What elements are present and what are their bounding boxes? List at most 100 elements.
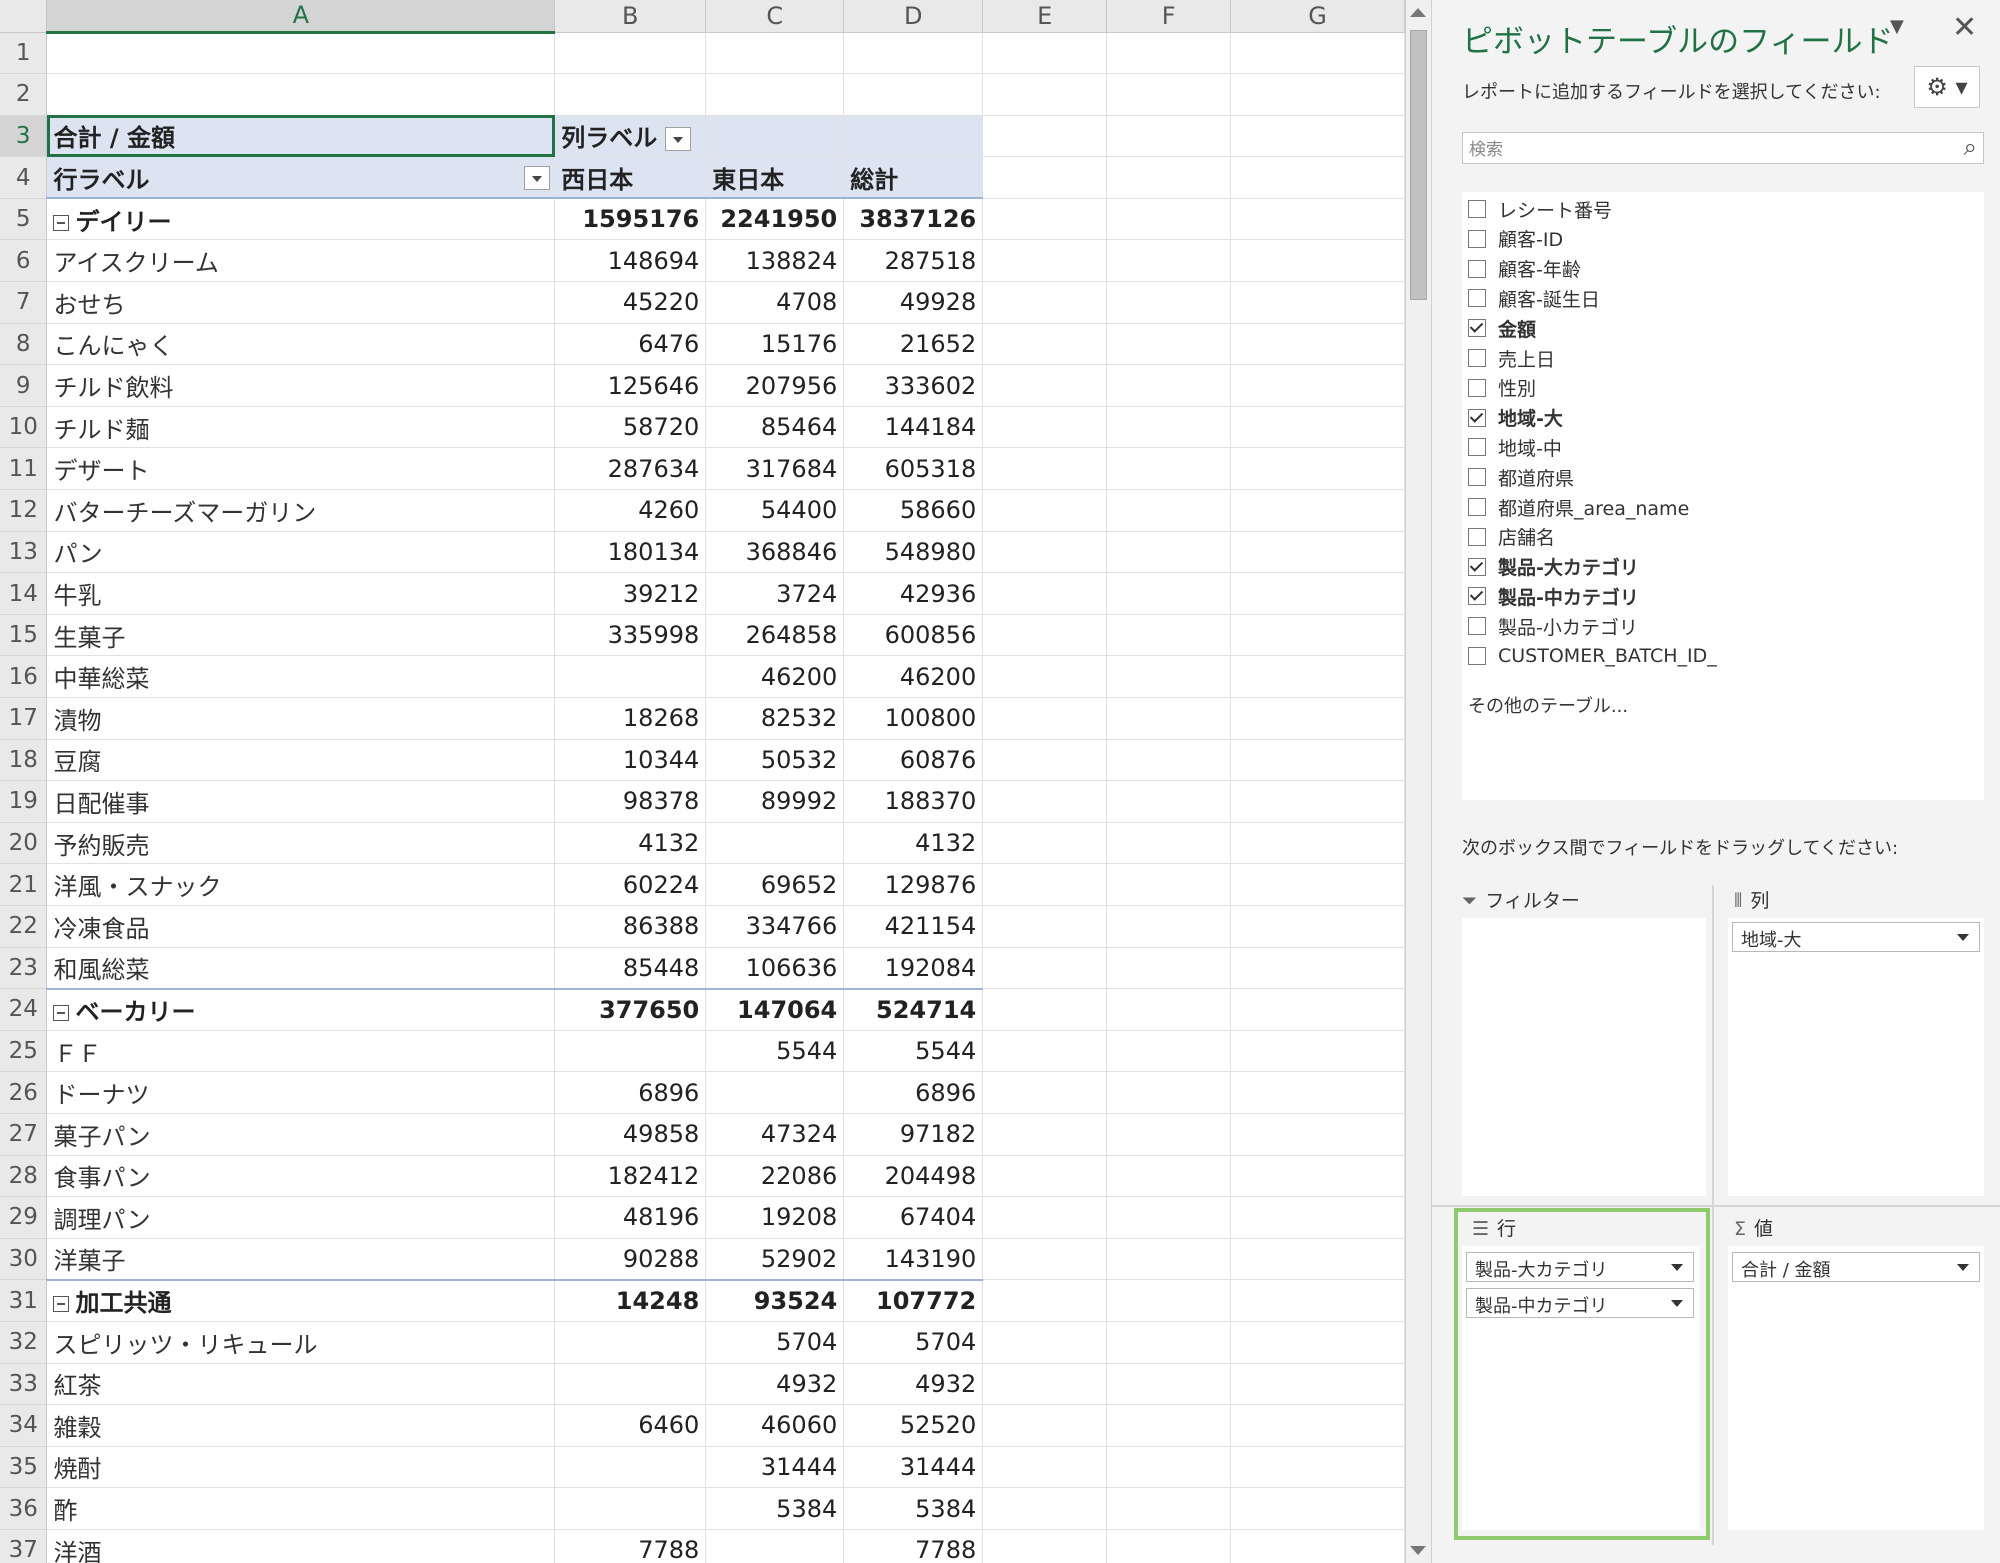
pivot-value-cell[interactable]: 3837126: [843, 197, 984, 241]
cell[interactable]: [1106, 1155, 1232, 1198]
checkbox-icon[interactable]: [1468, 349, 1486, 367]
cell[interactable]: [1230, 863, 1405, 906]
pivot-value-cell[interactable]: 192084: [843, 947, 984, 990]
row-header[interactable]: 12: [0, 489, 48, 532]
field-item[interactable]: 顧客-年齢: [1468, 254, 1581, 284]
pivot-value-cell[interactable]: 4932: [843, 1363, 984, 1406]
pivot-value-cell[interactable]: 6896: [843, 1071, 984, 1114]
cell[interactable]: [1230, 572, 1405, 615]
pivot-value-cell[interactable]: 5704: [705, 1321, 845, 1364]
pivot-value-cell[interactable]: 47324: [705, 1113, 845, 1156]
pivot-value-cell[interactable]: 58720: [554, 406, 707, 449]
cell[interactable]: [982, 1487, 1108, 1530]
cell[interactable]: [982, 572, 1108, 615]
field-item[interactable]: 都道府県_area_name: [1468, 492, 1689, 522]
cell[interactable]: [982, 1113, 1108, 1156]
cell[interactable]: [1106, 655, 1232, 698]
cell[interactable]: [554, 32, 707, 75]
cell[interactable]: [1230, 739, 1405, 782]
row-header[interactable]: 22: [0, 905, 48, 948]
cell[interactable]: [46, 32, 556, 75]
pivot-value-cell[interactable]: 67404: [843, 1196, 984, 1239]
cell[interactable]: [705, 115, 845, 158]
pivot-value-cell[interactable]: 69652: [705, 863, 845, 906]
field-item[interactable]: 製品-中カテゴリ: [1468, 581, 1639, 611]
pivot-value-cell[interactable]: 317684: [705, 447, 845, 491]
cell[interactable]: [1106, 1279, 1232, 1322]
pivot-item-label[interactable]: 日配催事: [46, 780, 556, 823]
cell[interactable]: [982, 1404, 1108, 1447]
pivot-value-cell[interactable]: 42936: [843, 572, 984, 615]
pivot-value-cell[interactable]: 204498: [843, 1155, 984, 1198]
pivot-item-label[interactable]: おせち: [46, 281, 556, 324]
cell[interactable]: [1106, 1321, 1232, 1364]
cell[interactable]: [1230, 780, 1405, 823]
pivot-value-cell[interactable]: 524714: [843, 987, 984, 1031]
pivot-item-label[interactable]: 焼酎: [46, 1446, 556, 1489]
pivot-value-cell[interactable]: 7788: [843, 1529, 984, 1563]
field-item[interactable]: レシート番号: [1468, 194, 1612, 224]
cell[interactable]: [982, 655, 1108, 698]
field-item[interactable]: 製品-小カテゴリ: [1468, 611, 1638, 641]
row-header[interactable]: 10: [0, 406, 48, 449]
pivot-value-cell[interactable]: 49858: [554, 1113, 707, 1156]
pivot-value-cell[interactable]: 334766: [705, 905, 845, 948]
pivot-value-cell[interactable]: 180134: [554, 531, 707, 574]
pivot-value-cell[interactable]: 5384: [705, 1487, 845, 1530]
checkbox-icon[interactable]: [1468, 259, 1486, 278]
field-item[interactable]: 地域-大: [1468, 403, 1563, 433]
field-item[interactable]: 地域-中: [1468, 432, 1562, 462]
checkbox-icon[interactable]: [1468, 468, 1486, 487]
checkbox-icon[interactable]: [1468, 617, 1486, 636]
row-header[interactable]: 24: [0, 988, 48, 1031]
row-header[interactable]: 31: [0, 1279, 48, 1322]
pivot-value-cell[interactable]: 52520: [843, 1404, 984, 1447]
pivot-value-cell[interactable]: 107772: [843, 1278, 984, 1322]
pivot-value-cell[interactable]: 333602: [843, 364, 984, 407]
pivot-value-cell[interactable]: 4260: [554, 489, 707, 532]
cell[interactable]: [1230, 1113, 1405, 1156]
row-header[interactable]: 15: [0, 614, 48, 657]
cell[interactable]: [1106, 905, 1232, 948]
cell[interactable]: [1106, 863, 1232, 906]
columns-area-dropzone[interactable]: 地域-大: [1728, 918, 1984, 1196]
pivot-value-cell[interactable]: [554, 1363, 707, 1406]
row-header[interactable]: 9: [0, 364, 48, 407]
field-item[interactable]: 顧客-ID: [1468, 224, 1563, 254]
cell[interactable]: [1106, 1487, 1232, 1530]
pivot-column-labels-cell[interactable]: 列ラベル: [554, 115, 707, 158]
scrollbar-thumb[interactable]: [1410, 30, 1427, 300]
row-header[interactable]: 17: [0, 697, 48, 740]
cell[interactable]: [1230, 905, 1405, 948]
cell[interactable]: [1230, 323, 1405, 366]
pivot-item-label[interactable]: 雑穀: [46, 1404, 556, 1447]
pivot-value-cell[interactable]: [554, 1321, 707, 1364]
pivot-value-cell[interactable]: 10344: [554, 739, 707, 782]
row-header[interactable]: 11: [0, 447, 48, 491]
pivot-item-label[interactable]: 調理パン: [46, 1196, 556, 1239]
field-item[interactable]: 売上日: [1468, 343, 1555, 373]
pivot-value-cell[interactable]: 31444: [705, 1446, 845, 1489]
pivot-item-label[interactable]: 予約販売: [46, 822, 556, 865]
pivot-value-cell[interactable]: 49928: [843, 281, 984, 324]
pivot-value-cell[interactable]: 1595176: [554, 197, 707, 241]
pivot-item-label[interactable]: デザート: [46, 447, 556, 491]
pivot-value-cell[interactable]: 287634: [554, 447, 707, 491]
cell[interactable]: [982, 1238, 1108, 1281]
checkbox-icon[interactable]: [1468, 289, 1486, 308]
spreadsheet-grid[interactable]: A B C D E F G 1 2 3 合計 / 金額 列ラベル 4 行ラベル …: [0, 0, 1405, 1563]
pivot-value-cell[interactable]: [705, 1529, 845, 1563]
column-header-a[interactable]: A: [46, 0, 556, 34]
checkbox-checked-icon[interactable]: [1468, 587, 1486, 606]
checkbox-checked-icon[interactable]: [1468, 557, 1486, 576]
pivot-value-cell[interactable]: 19208: [705, 1196, 845, 1239]
cell[interactable]: [1230, 364, 1405, 407]
pivot-value-cell[interactable]: 368846: [705, 531, 845, 574]
cell[interactable]: [1106, 489, 1232, 532]
column-header-b[interactable]: B: [554, 0, 707, 33]
cell[interactable]: [982, 73, 1108, 116]
cell[interactable]: [982, 1363, 1108, 1406]
cell[interactable]: [982, 1529, 1108, 1563]
cell[interactable]: [982, 780, 1108, 823]
cell[interactable]: [1106, 988, 1232, 1031]
